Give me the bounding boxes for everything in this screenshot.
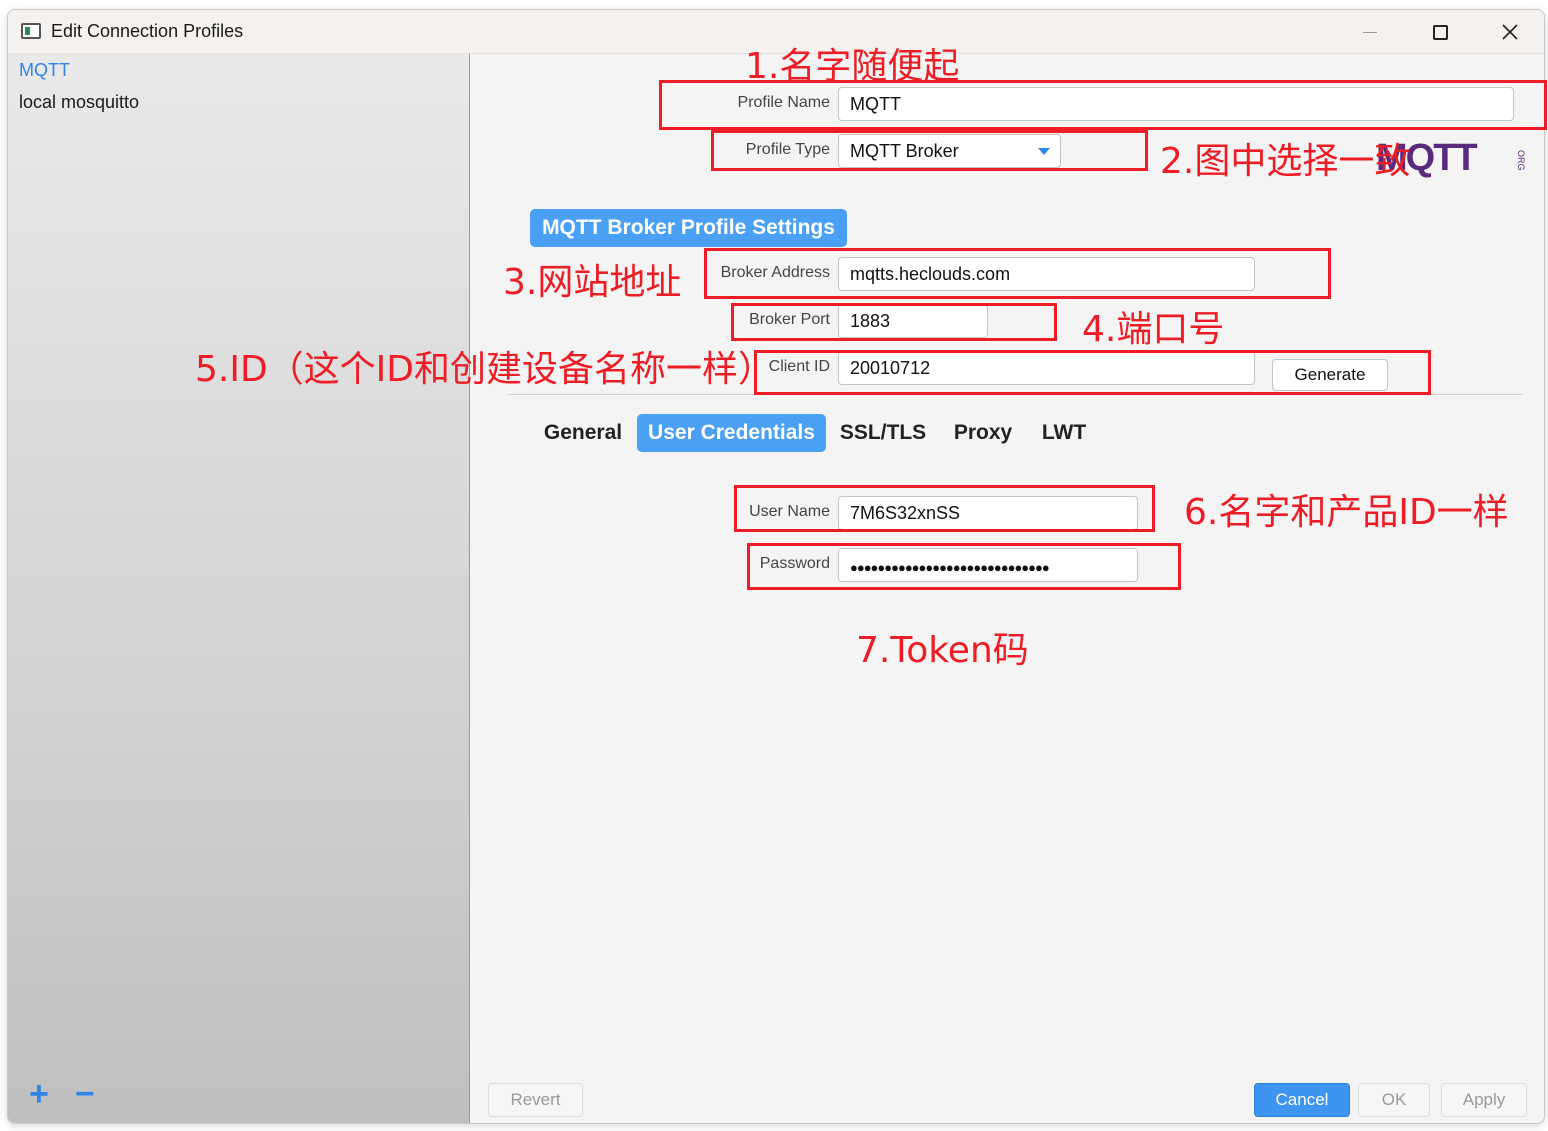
- maximize-button[interactable]: [1405, 10, 1475, 54]
- close-icon: [1502, 24, 1518, 40]
- sidebar-item-mqtt[interactable]: MQTT: [19, 60, 70, 81]
- annotation-note-4: 4.端口号: [1082, 309, 1225, 350]
- window-title: Edit Connection Profiles: [51, 21, 244, 41]
- annotation-box-7: [747, 543, 1181, 590]
- annotation-box-5: [754, 350, 1431, 395]
- annotation-note-7: 7.Token码: [856, 630, 1029, 671]
- tab-lwt[interactable]: LWT: [1031, 414, 1097, 452]
- annotation-note-5: 5.ID（这个ID和创建设备名称一样）: [195, 349, 775, 390]
- remove-profile-button[interactable]: −: [75, 1077, 95, 1111]
- close-button[interactable]: [1475, 10, 1544, 54]
- apply-button[interactable]: Apply: [1441, 1083, 1527, 1117]
- broker-settings-section-button[interactable]: MQTT Broker Profile Settings: [530, 209, 847, 247]
- add-profile-button[interactable]: +: [29, 1077, 49, 1111]
- mqtt-logo-org: ORG: [1516, 150, 1526, 171]
- annotation-note-3: 3.网站地址: [503, 262, 682, 303]
- tab-user-credentials[interactable]: User Credentials: [637, 414, 826, 452]
- annotation-note-2: 2.图中选择一致: [1160, 141, 1411, 182]
- sidebar-item-local-mosquitto[interactable]: local mosquitto: [19, 92, 139, 113]
- tab-ssl-tls[interactable]: SSL/TLS: [835, 414, 931, 452]
- ok-button[interactable]: OK: [1358, 1083, 1430, 1117]
- minimize-icon: [1363, 31, 1377, 33]
- tab-general[interactable]: General: [535, 414, 631, 452]
- profiles-sidebar: MQTT local mosquitto + −: [8, 54, 470, 1123]
- app-icon: [21, 23, 41, 39]
- minimize-button[interactable]: [1335, 10, 1405, 54]
- revert-button[interactable]: Revert: [488, 1083, 583, 1117]
- annotation-box-6: [734, 485, 1155, 532]
- annotation-note-6: 6.名字和产品ID一样: [1184, 492, 1509, 533]
- annotation-box-2: [711, 130, 1148, 171]
- annotation-box-4: [731, 303, 1057, 341]
- annotation-box-1: [659, 80, 1547, 130]
- tab-proxy[interactable]: Proxy: [945, 414, 1021, 452]
- maximize-icon: [1432, 24, 1448, 40]
- cancel-button[interactable]: Cancel: [1254, 1083, 1350, 1117]
- annotation-box-3: [704, 248, 1331, 299]
